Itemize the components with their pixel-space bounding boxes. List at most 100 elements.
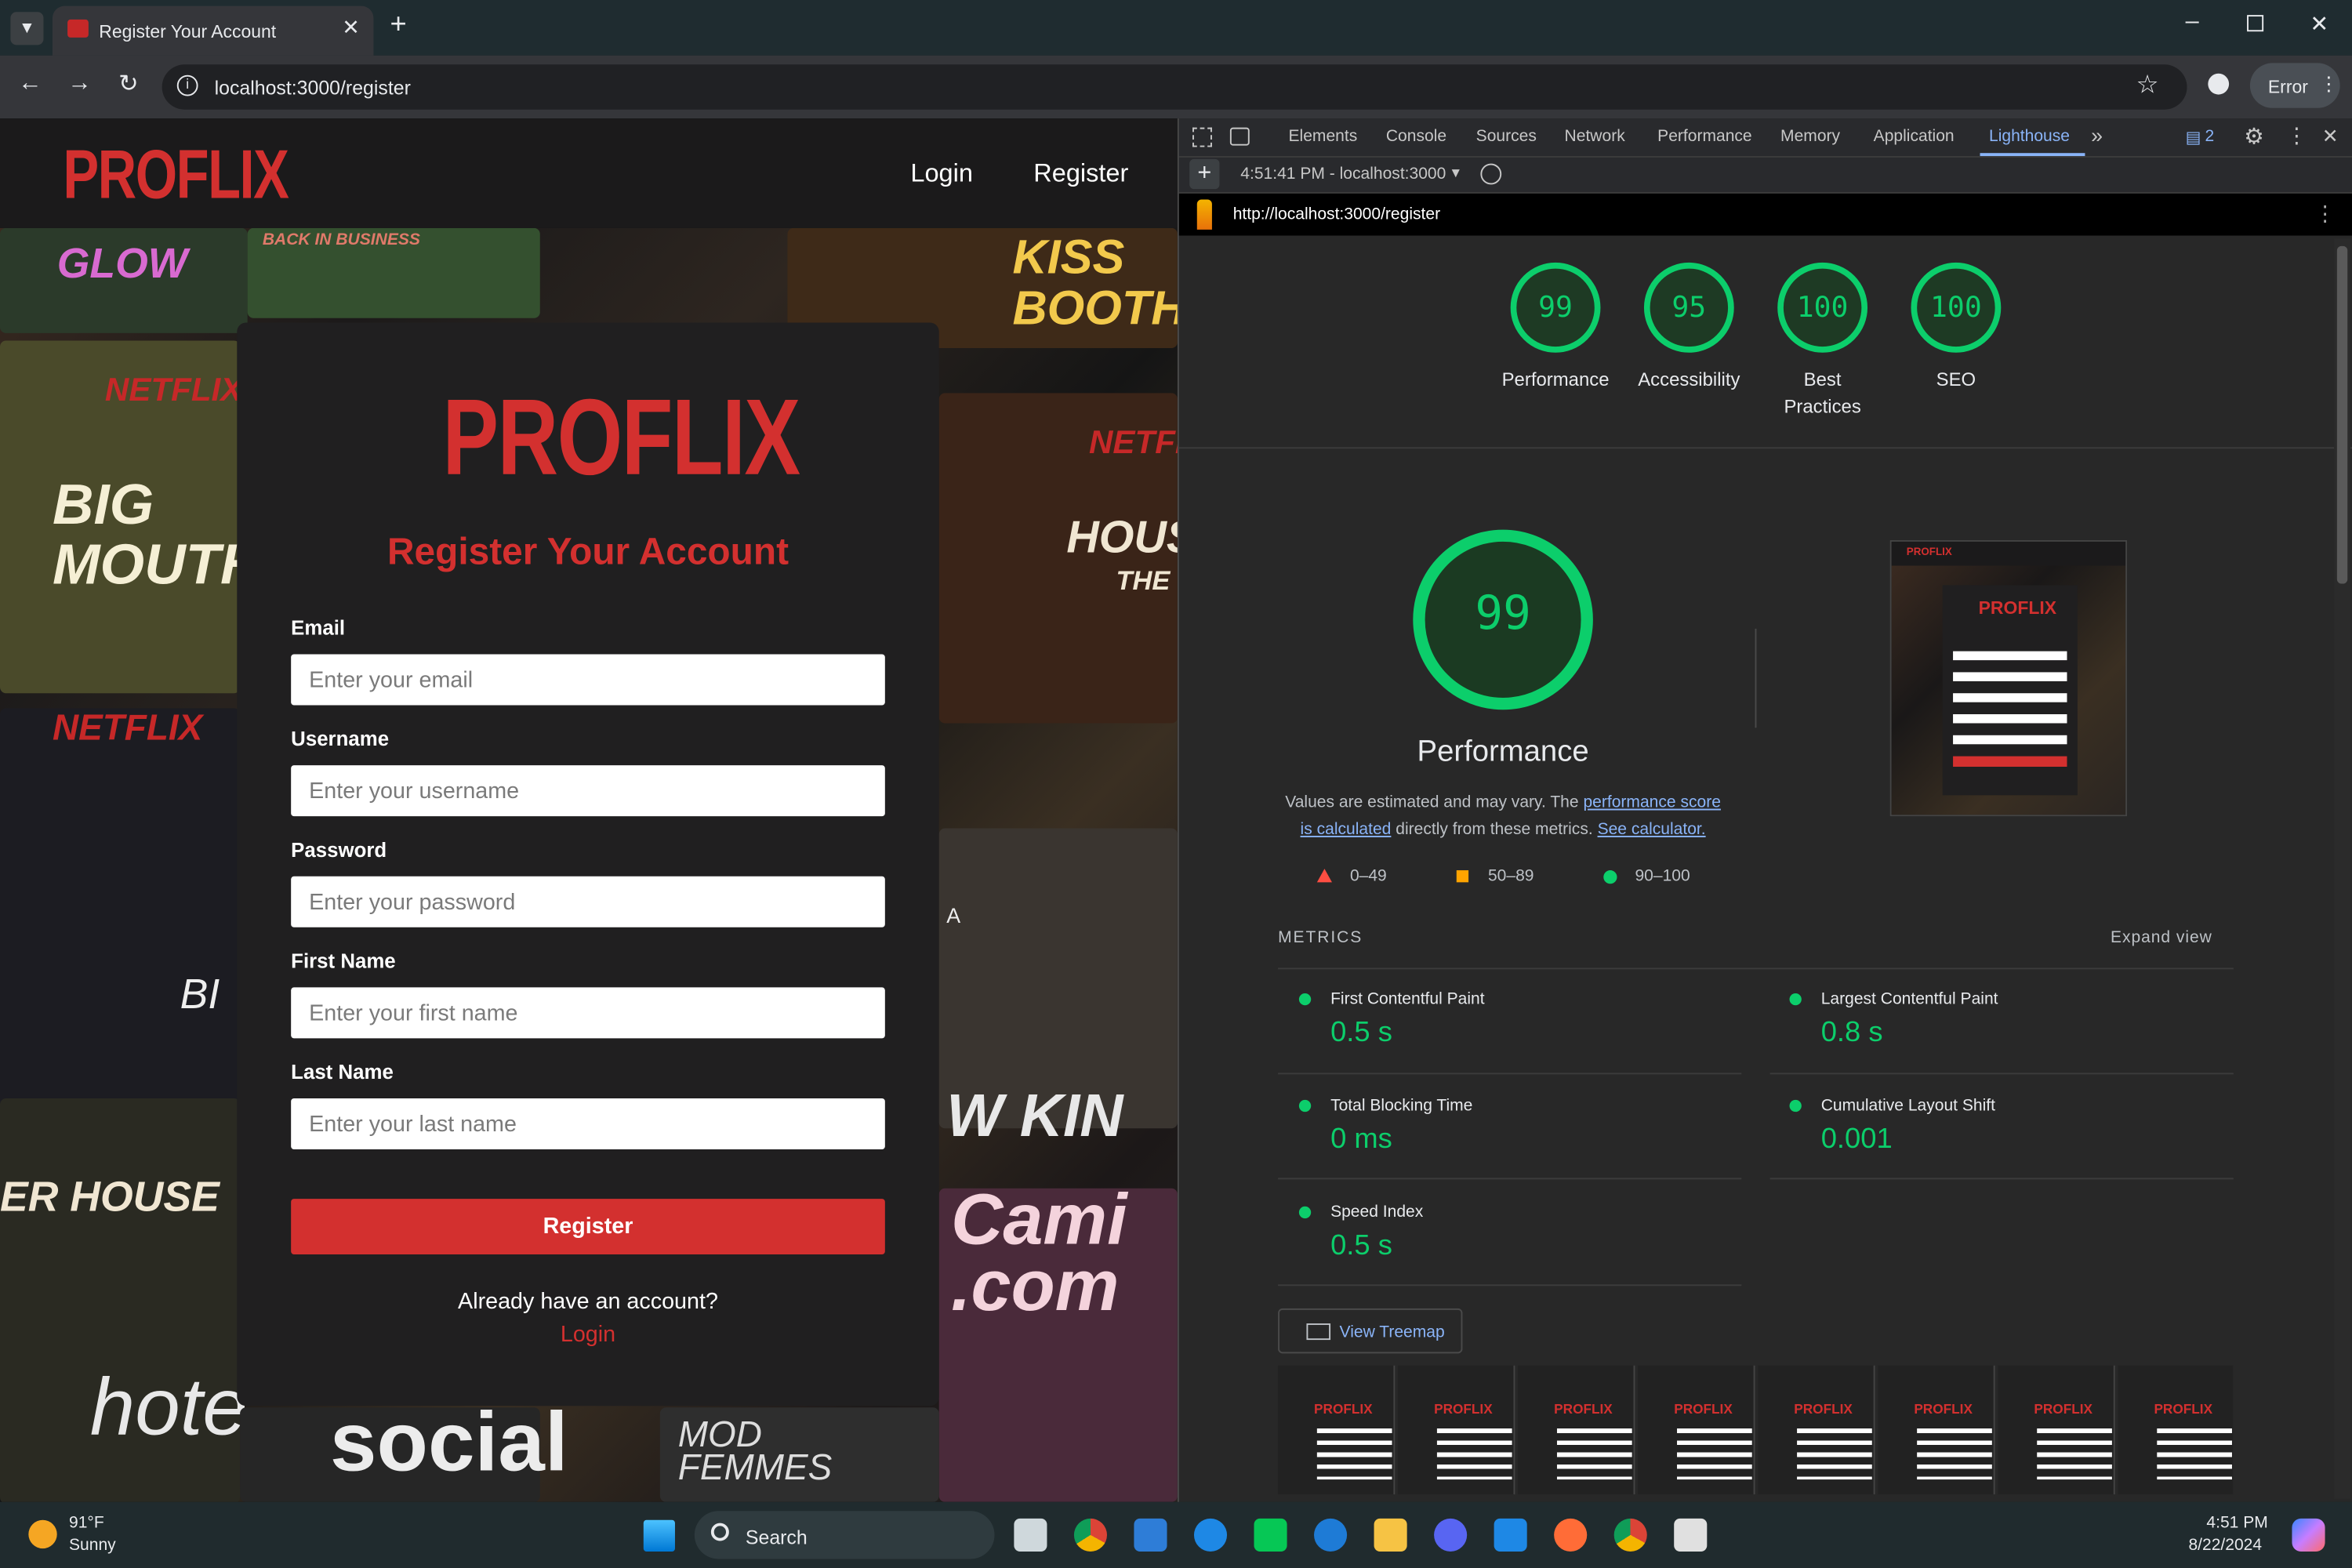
performance-big-gauge: 99 <box>1413 529 1593 710</box>
performance-big-score: 99 <box>1475 586 1531 641</box>
login-link[interactable]: Login <box>237 1322 938 1348</box>
poster: W KIN A <box>938 828 1178 1149</box>
report-url-bar: http://localhost:3000/register ⋮ <box>1178 193 2352 236</box>
desc-text-1: Values are estimated and may vary. The <box>1285 793 1584 812</box>
device-toolbar-icon[interactable] <box>1229 127 1250 146</box>
report-url[interactable]: http://localhost:3000/register <box>1233 205 1440 223</box>
nav-login-link[interactable]: Login <box>910 159 973 189</box>
close-window-icon[interactable]: ✕ <box>2310 10 2328 38</box>
tab-sources[interactable]: Sources <box>1476 128 1537 146</box>
snipping-tool-icon[interactable] <box>1674 1518 1708 1552</box>
performance-gauge[interactable]: 99 <box>1510 262 1601 353</box>
tab-search-button[interactable]: ▼ <box>10 12 44 45</box>
new-tab-icon[interactable]: + <box>390 9 406 42</box>
restore-icon[interactable] <box>2247 15 2264 32</box>
metrics-rule <box>1769 1073 2234 1075</box>
filmstrip-frame: PROFLIX <box>1758 1365 1875 1495</box>
password-field[interactable] <box>291 876 885 927</box>
accessibility-gauge[interactable]: 95 <box>1643 262 1734 353</box>
tab-application[interactable]: Application <box>1874 128 1955 146</box>
tab-memory[interactable]: Memory <box>1780 128 1840 146</box>
profile-icon[interactable] <box>2208 73 2230 95</box>
tab-elements[interactable]: Elements <box>1288 128 1357 146</box>
register-button[interactable]: Register <box>291 1199 885 1255</box>
new-report-icon[interactable]: + <box>1189 158 1220 190</box>
expand-view-link[interactable]: Expand view <box>2111 929 2212 947</box>
site-info-icon[interactable]: i <box>176 74 198 96</box>
forward-icon[interactable]: → <box>67 71 92 97</box>
address-bar[interactable]: i localhost:3000/register ☆ <box>162 64 2187 110</box>
tab-network[interactable]: Network <box>1565 128 1625 146</box>
fcp-value: 0.5 s <box>1330 1017 1392 1049</box>
poster: NETFLIXHOUSETHE <box>938 393 1178 724</box>
store-icon[interactable] <box>1134 1518 1167 1552</box>
seo-gauge[interactable]: 100 <box>1911 262 2002 353</box>
first-name-field[interactable] <box>291 987 885 1039</box>
minimize-icon[interactable]: – <box>2186 9 2199 35</box>
see-calculator-link[interactable]: See calculator. <box>1598 821 1706 839</box>
more-tabs-icon[interactable]: » <box>2091 123 2103 147</box>
close-tab-icon[interactable]: ✕ <box>342 15 359 41</box>
final-screenshot[interactable]: PROFLIX PROFLIX <box>1889 539 2128 817</box>
help-icon[interactable] <box>1193 1518 1228 1552</box>
site-logo[interactable]: PROFLIX <box>63 133 289 214</box>
windows-taskbar: 91°F Sunny Search 4:51 PM 8/22/2024 <box>0 1501 2352 1568</box>
tab-performance[interactable]: Performance <box>1657 128 1752 146</box>
email-field[interactable] <box>291 654 885 706</box>
best-practices-gauge[interactable]: 100 <box>1777 262 1868 353</box>
devtools-panel: Elements Console Sources Network Perform… <box>1177 118 2352 1502</box>
clock-time[interactable]: 4:51 PM <box>2206 1514 2267 1532</box>
tbt-name: Total Blocking Time <box>1330 1097 1473 1116</box>
report-selector[interactable]: 4:51:41 PM - localhost:3000 <box>1240 165 1446 183</box>
report-dropdown-icon[interactable]: ▼ <box>1449 165 1462 180</box>
metrics-rule <box>1278 1073 1742 1075</box>
close-devtools-icon[interactable]: ✕ <box>2322 125 2339 149</box>
poster: BACK IN BUSINESS <box>247 227 540 318</box>
browser-tab[interactable]: Register Your Account ✕ <box>52 5 374 56</box>
cls-name: Cumulative Layout Shift <box>1820 1097 1995 1116</box>
chrome-icon[interactable] <box>1073 1518 1107 1552</box>
error-label: Error <box>2267 76 2308 98</box>
task-view-icon[interactable] <box>1014 1518 1047 1552</box>
username-label: Username <box>291 728 390 750</box>
filmstrip-frame: PROFLIX <box>2118 1365 2234 1495</box>
weather-temp[interactable]: 91°F <box>69 1514 104 1532</box>
reload-icon[interactable]: ↻ <box>118 69 139 99</box>
settings-icon[interactable]: ⚙ <box>2244 123 2264 151</box>
report-menu-icon[interactable]: ⋮ <box>2314 201 2336 227</box>
discord-icon[interactable] <box>1434 1518 1468 1552</box>
devtools-scrollbar[interactable] <box>2334 238 2351 1499</box>
clock-date[interactable]: 8/22/2024 <box>2188 1537 2262 1555</box>
back-icon[interactable]: ← <box>18 71 42 97</box>
line-icon[interactable] <box>1254 1518 1287 1552</box>
lcp-status-icon <box>1789 993 1802 1006</box>
copilot-icon[interactable] <box>2292 1518 2325 1552</box>
vscode-icon[interactable] <box>1494 1518 1527 1552</box>
file-explorer-icon[interactable] <box>1374 1518 1407 1552</box>
issues-icon[interactable]: ▤ <box>2186 128 2201 147</box>
tab-lighthouse[interactable]: Lighthouse <box>1989 128 2070 146</box>
inspect-icon[interactable] <box>1192 127 1212 147</box>
poster: MOD FEMMES <box>659 1407 939 1502</box>
register-card: PROFLIX Register Your Account Email User… <box>237 322 939 1406</box>
issues-count[interactable]: 2 <box>2205 128 2214 146</box>
error-button[interactable]: Error ⋮ <box>2249 63 2340 108</box>
weather-desc[interactable]: Sunny <box>69 1537 116 1555</box>
poster: social <box>240 1394 568 1502</box>
nav-register-link[interactable]: Register <box>1033 159 1128 189</box>
clear-reports-icon[interactable] <box>1480 163 1502 185</box>
tab-console[interactable]: Console <box>1386 128 1446 146</box>
start-icon[interactable] <box>643 1519 675 1552</box>
taskbar-search[interactable]: Search <box>694 1511 995 1559</box>
poster: Cami .com <box>938 1185 1178 1502</box>
chrome-dev-icon[interactable] <box>1613 1518 1647 1552</box>
devtools-menu-icon[interactable]: ⋮ <box>2286 123 2307 149</box>
last-name-field[interactable] <box>291 1098 885 1150</box>
edge-icon[interactable] <box>1314 1518 1348 1552</box>
view-treemap-label: View Treemap <box>1339 1323 1445 1342</box>
postman-icon[interactable] <box>1554 1518 1588 1552</box>
scrollbar-thumb[interactable] <box>2336 245 2348 584</box>
username-field[interactable] <box>291 765 885 817</box>
view-treemap-button[interactable]: View Treemap <box>1278 1308 1463 1354</box>
bookmark-star-icon[interactable]: ☆ <box>2136 71 2158 100</box>
